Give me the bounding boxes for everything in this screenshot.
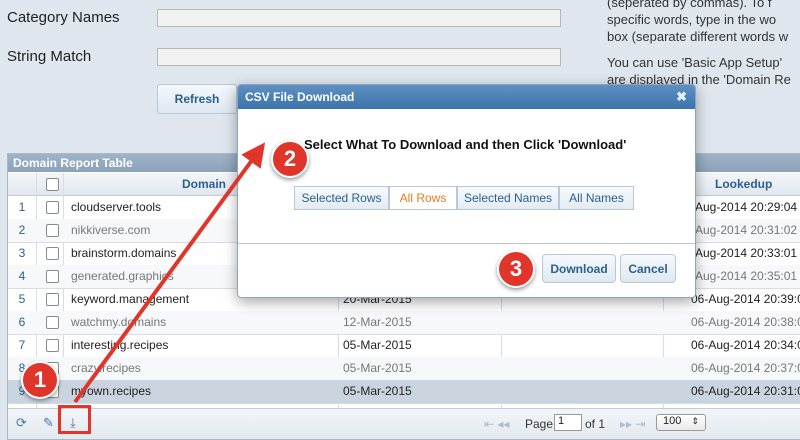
annotation-arrow	[73, 142, 266, 404]
step-badge-1: 1	[21, 361, 59, 399]
step-badge-3: 3	[497, 250, 535, 288]
step-badge-2: 2	[271, 140, 309, 178]
